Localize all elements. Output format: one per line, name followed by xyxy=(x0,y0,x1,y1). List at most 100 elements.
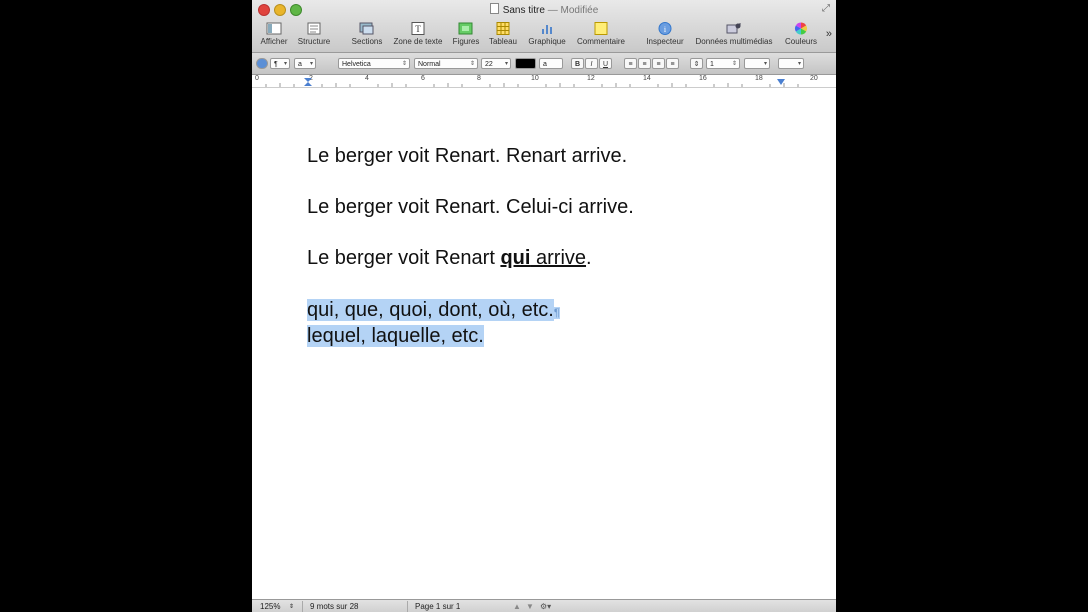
right-indent-marker-icon[interactable] xyxy=(776,77,786,87)
toolbar-media-button[interactable]: Données multimédias xyxy=(692,22,776,46)
underline-label: U xyxy=(602,61,609,68)
paragraph-style-select[interactable]: ¶ ▾ xyxy=(270,58,290,69)
toolbar-label: Données multimédias xyxy=(695,37,773,46)
font-size-value: 22 xyxy=(485,61,493,68)
toolbar-label: Afficher xyxy=(260,37,288,46)
modified-status: — Modifiée xyxy=(547,5,599,16)
toolbar-colors-button[interactable]: Couleurs xyxy=(782,22,820,46)
relative-pronoun-bold: qui xyxy=(500,247,531,269)
paragraph-3-start: Le berger voit Renart xyxy=(307,247,501,269)
previous-page-icon[interactable]: ▲ xyxy=(513,602,521,611)
media-icon xyxy=(726,23,741,34)
paragraph-style-value: ¶ xyxy=(274,61,278,68)
character-style-value: a xyxy=(298,61,302,68)
paragraph-3[interactable]: Le berger voit Renart qui arrive. xyxy=(307,247,592,270)
status-divider xyxy=(302,601,303,612)
fullscreen-icon[interactable]: ⤢ xyxy=(822,3,830,14)
ruler[interactable]: 0 2 4 6 8 10 12 14 16 18 20 xyxy=(252,75,836,88)
align-right-button[interactable]: ≡ xyxy=(652,58,665,69)
gear-icon[interactable]: ⚙▾ xyxy=(540,602,551,611)
toolbar-inspector-button[interactable]: i Inspecteur xyxy=(644,22,686,46)
shapes-icon xyxy=(458,22,473,35)
comment-icon xyxy=(594,22,608,35)
line-spacing-value: 1 xyxy=(710,61,714,68)
character-style-select[interactable]: a ▾ xyxy=(294,58,316,69)
font-size-select[interactable]: 22 ▾ xyxy=(481,58,511,69)
highlight-color-well[interactable]: a xyxy=(539,58,563,69)
toolbar-label: Graphique xyxy=(528,37,566,46)
toolbar-view-button[interactable]: Afficher xyxy=(258,22,290,46)
ruler-ticks xyxy=(265,83,799,87)
document-page[interactable]: Le berger voit Renart. Renart arrive. Le… xyxy=(252,88,836,599)
pages-window: Sans titre — Modifiée ⤢ Afficher Structu… xyxy=(252,0,836,612)
word-count: 9 mots sur 28 xyxy=(310,602,359,611)
paragraph-4[interactable]: qui, que, quoi, dont, où, etc.¶ xyxy=(307,299,560,322)
toolbar-chart-button[interactable]: Graphique xyxy=(526,22,568,46)
chevron-down-icon: ▾ xyxy=(283,61,287,67)
paragraph-3-underlined: arrive xyxy=(530,247,587,269)
text-color-well[interactable] xyxy=(515,58,536,69)
structure-icon xyxy=(307,22,321,35)
title-toolbar-area: Sans titre — Modifiée ⤢ Afficher Structu… xyxy=(252,0,836,53)
bold-button[interactable]: B xyxy=(571,58,584,69)
zoom-chevron-icon: ⇕ xyxy=(289,604,295,610)
list-style-select[interactable]: ▾ xyxy=(778,58,804,69)
status-bar: 125% ⇕ 9 mots sur 28 Page 1 sur 1 ▲ ▼ ⚙▾ xyxy=(252,599,836,612)
selected-text-line-5: lequel, laquelle, etc. xyxy=(307,325,484,347)
toolbar-label: Sections xyxy=(351,37,383,46)
info-icon: i xyxy=(658,22,672,35)
chevron-down-icon: ▾ xyxy=(504,61,508,67)
font-family-value: Helvetica xyxy=(342,61,371,68)
align-center-button[interactable]: ≡ xyxy=(638,58,651,69)
toolbar-label: Inspecteur xyxy=(646,37,684,46)
styles-drawer-icon[interactable] xyxy=(256,58,268,69)
line-spacing-select[interactable]: 1 ⇕ xyxy=(706,58,740,69)
next-page-icon[interactable]: ▼ xyxy=(526,602,534,611)
status-divider xyxy=(407,601,408,612)
toolbar-comment-button[interactable]: Commentaire xyxy=(574,22,628,46)
chevron-updown-icon: ⇕ xyxy=(401,61,407,67)
toolbar-label: Couleurs xyxy=(784,37,817,46)
document-icon xyxy=(489,3,499,14)
text-box-icon: T xyxy=(411,22,425,35)
toolbar-table-button[interactable]: Tableau xyxy=(487,22,519,46)
paragraph-2[interactable]: Le berger voit Renart. Celui-ci arrive. xyxy=(307,196,634,219)
document-title: Sans titre — Modifiée xyxy=(252,3,836,16)
toolbar-textbox-button[interactable]: T Zone de texte xyxy=(390,22,446,46)
page-indicator: Page 1 sur 1 xyxy=(415,602,461,611)
paragraph-mark: ¶ xyxy=(553,307,560,319)
chevron-down-icon: ▾ xyxy=(797,61,801,67)
document-title-text: Sans titre xyxy=(502,5,545,16)
toolbar-label: Commentaire xyxy=(576,37,625,46)
toolbar-structure-button[interactable]: Structure xyxy=(295,22,333,46)
chevron-updown-icon: ⇕ xyxy=(731,61,737,67)
format-bar: ¶ ▾ a ▾ Helvetica ⇕ Normal ⇕ 22 ▾ a B I U ≡ ≡… xyxy=(252,53,836,75)
font-family-select[interactable]: Helvetica ⇕ xyxy=(338,58,410,69)
zoom-select[interactable]: 125% xyxy=(260,602,280,611)
view-icon xyxy=(266,22,282,35)
toolbar-sections-button[interactable]: Sections xyxy=(349,22,385,46)
align-left-button[interactable]: ≡ xyxy=(624,58,637,69)
sections-icon xyxy=(359,22,374,35)
toolbar-shapes-button[interactable]: Figures xyxy=(451,22,481,46)
chevron-updown-icon: ⇕ xyxy=(469,61,475,67)
justify-button[interactable]: ≡ xyxy=(666,58,679,69)
paragraph-5[interactable]: lequel, laquelle, etc. xyxy=(307,325,484,348)
paragraph-1[interactable]: Le berger voit Renart. Renart arrive. xyxy=(307,145,627,168)
bold-label: B xyxy=(574,61,581,68)
selected-text-line-4: qui, que, quoi, dont, où, etc. xyxy=(307,299,554,321)
toolbar-overflow-icon[interactable]: » xyxy=(826,28,832,40)
underline-button[interactable]: U xyxy=(599,58,612,69)
toolbar-label: Zone de texte xyxy=(393,37,443,46)
paragraph-3-end: . xyxy=(586,247,592,269)
chevron-down-icon: ▾ xyxy=(309,61,313,67)
svg-text:T: T xyxy=(415,24,421,34)
toolbar-label: Tableau xyxy=(488,37,518,46)
left-indent-marker-icon[interactable] xyxy=(303,77,313,87)
italic-label: I xyxy=(590,61,593,68)
typeface-select[interactable]: Normal ⇕ xyxy=(414,58,478,69)
line-spacing-icon[interactable]: ⇕ xyxy=(690,58,703,69)
columns-select[interactable]: ▾ xyxy=(744,58,770,69)
typeface-value: Normal xyxy=(418,61,441,68)
italic-button[interactable]: I xyxy=(585,58,598,69)
